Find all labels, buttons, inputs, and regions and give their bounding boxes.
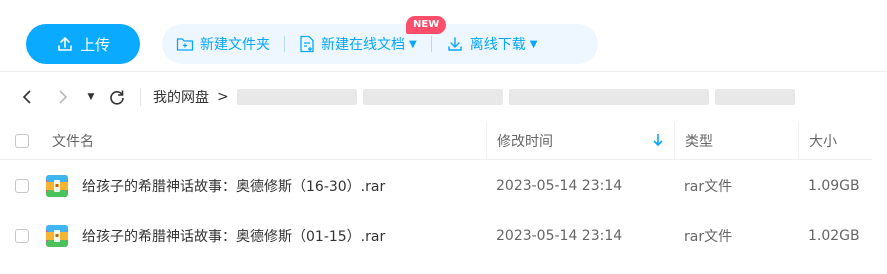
column-header-type[interactable]: 类型 xyxy=(674,122,798,159)
navigation-bar: ▼ 我的网盘 > xyxy=(0,78,887,116)
file-size: 1.09GB xyxy=(808,178,860,194)
select-all-checkbox[interactable] xyxy=(15,133,29,148)
rar-file-icon xyxy=(46,225,68,247)
table-row[interactable]: 给孩子的希腊神话故事：奥德修斯（01-15）.rar 2023-05-14 23… xyxy=(0,210,872,262)
new-online-doc-label: 新建在线文档 xyxy=(321,37,405,53)
new-folder-button[interactable]: 新建文件夹 xyxy=(162,24,284,64)
row-checkbox-cell xyxy=(0,210,44,262)
breadcrumb-separator: > xyxy=(217,89,229,105)
new-folder-label: 新建文件夹 xyxy=(200,37,270,53)
file-table-header: 文件名 修改时间 类型 大小 xyxy=(0,122,872,160)
row-size-cell: 1.02GB xyxy=(798,210,872,262)
rar-file-icon xyxy=(46,175,68,197)
row-size-cell: 1.09GB xyxy=(798,160,872,212)
row-name-cell: 给孩子的希腊神话故事：奥德修斯（16-30）.rar xyxy=(44,160,486,212)
row-modified-cell: 2023-05-14 23:14 xyxy=(486,160,674,212)
refresh-icon xyxy=(110,90,124,105)
row-checkbox-cell xyxy=(0,160,44,212)
row-type-cell: rar文件 xyxy=(674,160,798,212)
chevron-left-icon xyxy=(22,90,31,104)
redacted-path xyxy=(236,89,357,105)
column-type-label: 类型 xyxy=(685,133,713,150)
toolbar: 上传 新建文件夹 新建在线文档 ▼ 离线下载 ▼ NEW xyxy=(0,0,887,72)
modified-time: 2023-05-14 23:14 xyxy=(496,228,623,244)
column-modified-label: 修改时间 xyxy=(497,133,553,150)
new-badge: NEW xyxy=(406,16,447,34)
chevron-down-icon: ▼ xyxy=(529,38,538,50)
refresh-button[interactable] xyxy=(106,86,128,108)
row-type-cell: rar文件 xyxy=(674,210,798,262)
offline-download-button[interactable]: 离线下载 ▼ xyxy=(432,24,552,64)
upload-button[interactable]: 上传 xyxy=(26,24,140,64)
new-doc-icon xyxy=(300,35,314,53)
column-header-size[interactable]: 大小 xyxy=(798,122,872,159)
chevron-down-icon: ▼ xyxy=(409,38,417,50)
nav-divider xyxy=(140,88,141,106)
redacted-path xyxy=(714,89,795,105)
column-header-modified[interactable]: 修改时间 xyxy=(486,122,674,159)
row-name-cell: 给孩子的希腊神话故事：奥德修斯（01-15）.rar xyxy=(44,210,486,262)
column-header-name[interactable]: 文件名 xyxy=(44,122,486,159)
row-checkbox[interactable] xyxy=(15,179,29,193)
upload-label: 上传 xyxy=(79,35,110,54)
forward-button[interactable] xyxy=(52,86,74,108)
column-name-label: 文件名 xyxy=(52,133,94,150)
file-name[interactable]: 给孩子的希腊神话故事：奥德修斯（01-15）.rar xyxy=(82,226,385,246)
row-modified-cell: 2023-05-14 23:14 xyxy=(486,210,674,262)
action-button-group: 新建文件夹 新建在线文档 ▼ 离线下载 ▼ xyxy=(162,24,598,64)
file-type: rar文件 xyxy=(684,229,733,245)
sort-down-icon[interactable] xyxy=(652,133,664,147)
file-name[interactable]: 给孩子的希腊神话故事：奥德修斯（16-30）.rar xyxy=(82,176,385,196)
history-dropdown[interactable]: ▼ xyxy=(80,86,102,108)
chevron-right-icon xyxy=(59,90,68,104)
row-checkbox[interactable] xyxy=(15,229,29,243)
header-checkbox-cell xyxy=(0,122,44,159)
redacted-path xyxy=(362,89,503,105)
redacted-path xyxy=(508,89,709,105)
new-folder-icon xyxy=(176,38,194,51)
back-button[interactable] xyxy=(16,86,38,108)
table-row[interactable]: 给孩子的希腊神话故事：奥德修斯（16-30）.rar 2023-05-14 23… xyxy=(0,160,872,212)
breadcrumb-root[interactable]: 我的网盘 xyxy=(153,87,209,107)
offline-download-label: 离线下载 xyxy=(469,37,526,53)
modified-time: 2023-05-14 23:14 xyxy=(496,178,623,194)
upload-icon xyxy=(58,36,72,51)
file-type: rar文件 xyxy=(684,179,733,195)
download-icon xyxy=(448,37,462,51)
column-size-label: 大小 xyxy=(809,133,837,150)
file-size: 1.02GB xyxy=(808,228,860,244)
